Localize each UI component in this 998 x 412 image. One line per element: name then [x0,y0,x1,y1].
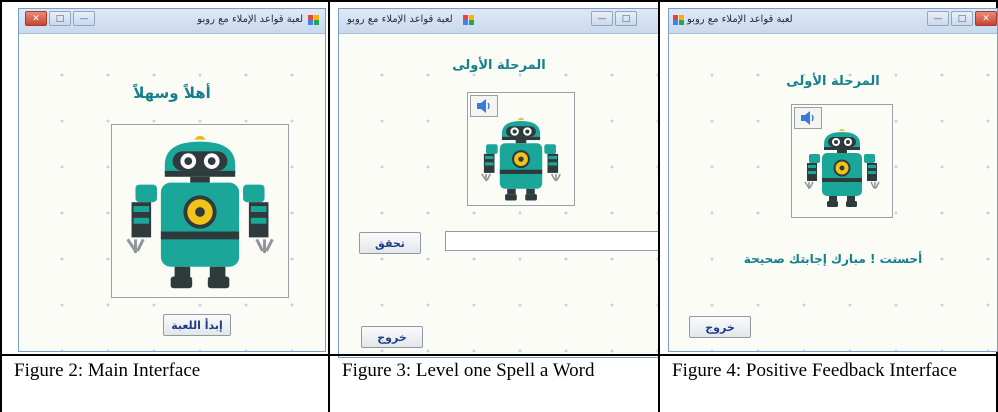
close-button[interactable]: ✕ [975,11,997,26]
start-game-button[interactable]: إبدأ اللعبة [163,314,231,336]
answer-input[interactable] [445,231,659,251]
figure-level-one: — □ لعبة قواعد الإملاء مع روبو المرحلة ا… [328,0,660,412]
app-window: ✕ □ — لعبة قواعد الإملاء مع روبو أهلاً و… [18,8,326,352]
table-divider [0,354,998,356]
check-button[interactable]: تحقق [359,232,421,254]
minimize-button[interactable]: — [927,11,949,26]
level-heading: المرحلة الأولى [786,74,880,89]
figure-caption: Figure 2: Main Interface [14,360,201,381]
speaker-button[interactable] [470,95,498,117]
maximize-button[interactable]: □ [615,11,637,26]
figure-caption: Figure 4: Positive Feedback Interface [672,360,957,381]
robot-image-frame [467,92,575,206]
app-icon [308,15,319,25]
speaker-icon [801,111,814,125]
maximize-button[interactable]: □ [951,11,973,26]
form-client-area: المرحلة الأولى تحقق خروج [339,34,659,357]
window-title: لعبة قواعد الإملاء مع روبو [197,14,303,25]
feedback-message: أحسنت ! مبارك إجابتك صحيحة [743,252,923,266]
robot-image [126,134,274,290]
speaker-icon [477,99,490,113]
window-controls: — □ ✕ [927,11,997,27]
figure-positive-feedback: — □ ✕ لعبة قواعد الإملاء مع روبو المرحلة… [658,0,998,412]
app-window: — □ ✕ لعبة قواعد الإملاء مع روبو المرحلة… [668,8,998,352]
title-bar: — □ لعبة قواعد الإملاء مع روبو [339,9,659,34]
window-title: لعبة قواعد الإملاء مع روبو [687,14,793,25]
exit-button[interactable]: خروج [361,326,423,348]
app-window: — □ لعبة قواعد الإملاء مع روبو المرحلة ا… [338,8,660,358]
level-heading: المرحلة الأولى [452,58,546,73]
speaker-button[interactable] [794,107,822,129]
form-client-area: أهلاً وسهلاً إبدأ اللعبة [19,34,325,351]
minimize-button[interactable]: — [73,11,95,26]
app-icon [673,15,684,25]
minimize-button[interactable]: — [591,11,613,26]
robot-image-frame [111,124,289,298]
close-button[interactable]: ✕ [25,11,47,26]
robot-image-frame [791,104,893,218]
welcome-heading: أهلاً وسهلاً [133,84,211,102]
app-icon [463,15,474,25]
window-title: لعبة قواعد الإملاء مع روبو [347,14,453,25]
title-bar: ✕ □ — لعبة قواعد الإملاء مع روبو [19,9,325,34]
exit-button[interactable]: خروج [689,316,751,338]
form-client-area: المرحلة الأولى أحسنت ! مبارك إجابتك صحيح… [669,34,997,351]
figure-main-interface: ✕ □ — لعبة قواعد الإملاء مع روبو أهلاً و… [0,0,328,412]
window-controls: — □ [591,11,637,27]
maximize-button[interactable]: □ [49,11,71,26]
window-controls: ✕ □ — [25,11,95,27]
title-bar: — □ ✕ لعبة قواعد الإملاء مع روبو [669,9,997,34]
figure-caption: Figure 3: Level one Spell a Word [342,360,595,381]
